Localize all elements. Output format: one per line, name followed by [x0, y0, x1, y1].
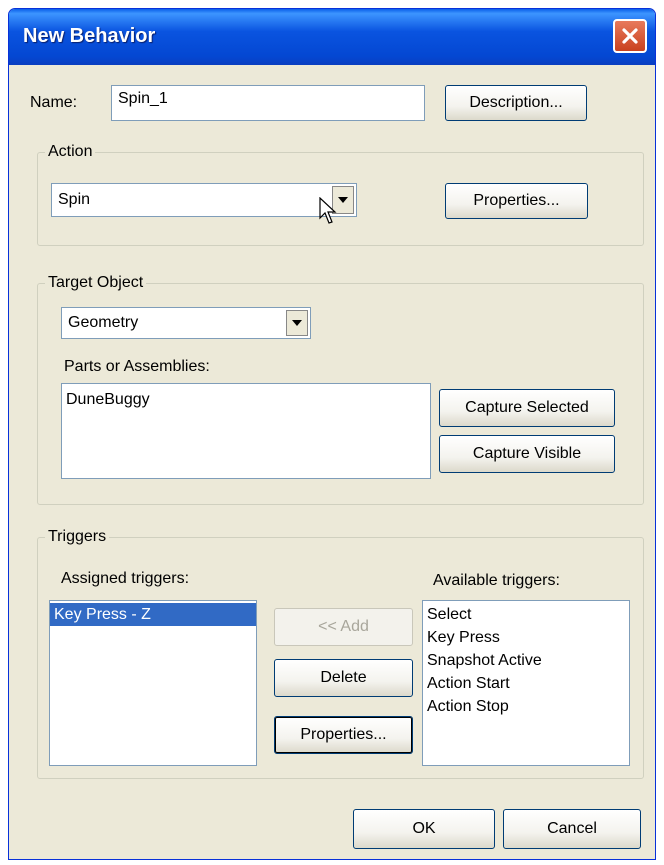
list-item[interactable]: Select: [423, 603, 629, 626]
target-type-dropdown-button[interactable]: [286, 310, 308, 336]
parts-listbox[interactable]: DuneBuggy: [61, 383, 431, 479]
target-object-group-label: Target Object: [45, 274, 147, 292]
target-type-value: Geometry: [68, 314, 139, 331]
action-select[interactable]: Spin: [51, 183, 357, 217]
list-item[interactable]: Action Stop: [423, 695, 629, 718]
action-properties-button[interactable]: Properties...: [445, 183, 588, 219]
available-triggers-listbox[interactable]: Select Key Press Snapshot Active Action …: [422, 600, 630, 766]
chevron-down-icon: [292, 320, 302, 326]
delete-trigger-button[interactable]: Delete: [274, 659, 413, 697]
name-label: Name:: [30, 94, 78, 111]
list-item[interactable]: Key Press - Z: [50, 603, 256, 626]
cancel-button[interactable]: Cancel: [503, 809, 641, 849]
close-button[interactable]: [613, 19, 647, 53]
new-behavior-dialog: New Behavior Name: Spin_1 Description...…: [8, 8, 656, 860]
action-select-value: Spin: [58, 191, 91, 208]
list-item[interactable]: DuneBuggy: [62, 388, 430, 411]
dialog-title: New Behavior: [23, 25, 156, 47]
add-trigger-button[interactable]: << Add: [274, 608, 413, 646]
trigger-properties-button[interactable]: Properties...: [274, 716, 413, 754]
ok-button[interactable]: OK: [353, 809, 495, 849]
chevron-down-icon: [338, 197, 348, 203]
triggers-group-label: Triggers: [45, 528, 110, 546]
assigned-triggers-listbox[interactable]: Key Press - Z: [49, 600, 257, 766]
title-bar[interactable]: New Behavior: [9, 9, 655, 65]
capture-visible-button[interactable]: Capture Visible: [439, 435, 615, 473]
list-item[interactable]: Action Start: [423, 672, 629, 695]
mouse-cursor-icon: [319, 197, 337, 224]
name-field-value: Spin_1: [118, 90, 168, 107]
list-item[interactable]: Snapshot Active: [423, 649, 629, 672]
capture-selected-button[interactable]: Capture Selected: [439, 389, 615, 427]
list-item[interactable]: Key Press: [423, 626, 629, 649]
parts-label: Parts or Assemblies:: [64, 358, 210, 375]
close-icon: [622, 28, 638, 44]
name-field[interactable]: Spin_1: [111, 85, 425, 121]
description-button[interactable]: Description...: [445, 85, 587, 121]
available-triggers-label: Available triggers:: [433, 572, 560, 589]
action-group-label: Action: [45, 143, 96, 161]
assigned-triggers-label: Assigned triggers:: [61, 570, 190, 587]
target-type-select[interactable]: Geometry: [61, 307, 311, 339]
